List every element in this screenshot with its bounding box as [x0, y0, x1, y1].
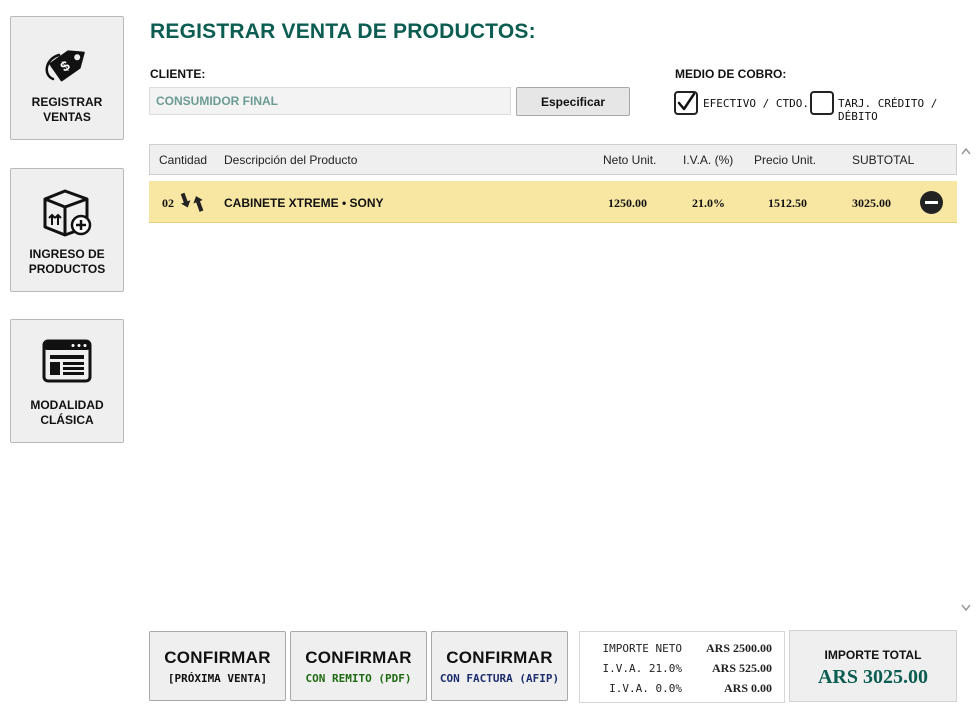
sidebar-item-label: INGRESO DE PRODUCTOS [28, 247, 106, 276]
scroll-down-icon[interactable] [961, 604, 971, 614]
column-header-descripcion: Descripción del Producto [224, 153, 358, 167]
total-label: IMPORTE TOTAL [824, 648, 922, 662]
sidebar-item-modalidad-clasica[interactable]: MODALIDAD CLÁSICA [10, 319, 124, 443]
table-header: Cantidad Descripción del Producto Neto U… [149, 144, 957, 175]
cell-neto: 1250.00 [608, 196, 647, 210]
payment-cash-label: EFECTIVO / CTDO. [703, 97, 809, 110]
scroll-up-icon[interactable] [961, 147, 971, 157]
totals-value: ARS 2500.00 [705, 641, 772, 655]
cell-cantidad: 02 [162, 196, 174, 210]
price-tag-icon: $ [39, 35, 95, 87]
checkmark-icon [677, 92, 696, 111]
payment-card-checkbox[interactable] [810, 91, 834, 115]
client-input[interactable] [149, 87, 511, 115]
table-scrollbar[interactable] [958, 144, 974, 618]
total-value: ARS 3025.00 [817, 666, 928, 688]
cell-iva: 21.0% [692, 196, 725, 210]
column-header-precio: Precio Unit. [754, 153, 817, 167]
confirm-factura-button[interactable]: CONFIRMAR CON FACTURA (AFIP) [431, 631, 568, 701]
totals-label: IMPORTE NETO [602, 642, 682, 655]
sidebar-item-label: MODALIDAD CLÁSICA [30, 398, 104, 427]
column-header-subtotal: SUBTOTAL [852, 153, 915, 167]
column-header-iva: I.V.A. (%) [683, 153, 734, 167]
specify-client-button[interactable]: Especificar [516, 87, 630, 116]
remove-item-button[interactable] [920, 191, 943, 214]
totals-label: I.V.A. 21.0% [602, 662, 682, 675]
sidebar-item-ingreso-productos[interactable]: INGRESO DE PRODUCTOS [10, 168, 124, 292]
page-title: REGISTRAR VENTA DE PRODUCTOS: [150, 20, 536, 43]
confirm-button-sublabel: CON REMITO (PDF) [305, 672, 412, 685]
confirm-button-label: CONFIRMAR [305, 648, 412, 667]
cell-descripcion: CABINETE XTREME • SONY [224, 196, 384, 210]
column-header-cantidad: Cantidad [159, 153, 208, 167]
confirm-button-label: CONFIRMAR [446, 648, 553, 667]
swap-arrows-icon[interactable] [179, 190, 205, 216]
client-label: CLIENTE: [150, 67, 206, 81]
cell-precio: 1512.50 [768, 196, 807, 210]
table-row[interactable]: 02 CABINETE XTREME • SONY 1250.00 21.0% … [149, 181, 957, 223]
totals-label: I.V.A. 0.0% [609, 682, 682, 695]
totals-value: ARS 525.00 [711, 661, 772, 675]
payment-cash-checkbox[interactable] [674, 91, 698, 115]
window-list-icon [39, 338, 95, 390]
confirm-remito-button[interactable]: CONFIRMAR CON REMITO (PDF) [290, 631, 427, 701]
confirm-button-sublabel: [PRÓXIMA VENTA] [167, 672, 268, 685]
sidebar-item-registrar-ventas[interactable]: $ REGISTRAR VENTAS [10, 16, 124, 140]
sidebar-item-label: REGISTRAR VENTAS [31, 95, 103, 124]
box-add-icon [39, 187, 95, 239]
column-header-neto: Neto Unit. [603, 153, 657, 167]
confirm-button-sublabel: CON FACTURA (AFIP) [439, 672, 560, 685]
payment-method-label: MEDIO DE COBRO: [675, 67, 787, 81]
confirm-next-sale-button[interactable]: CONFIRMAR [PRÓXIMA VENTA] [149, 631, 286, 701]
payment-card-label: TARJ. CRÉDITO / DÉBITO [838, 97, 938, 123]
totals-value: ARS 0.00 [723, 681, 772, 695]
total-amount-box: IMPORTE TOTAL ARS 3025.00 [789, 630, 957, 702]
totals-breakdown: IMPORTE NETO ARS 2500.00 I.V.A. 21.0% AR… [579, 631, 785, 703]
confirm-button-label: CONFIRMAR [164, 648, 271, 667]
cell-subtotal: 3025.00 [852, 196, 891, 210]
